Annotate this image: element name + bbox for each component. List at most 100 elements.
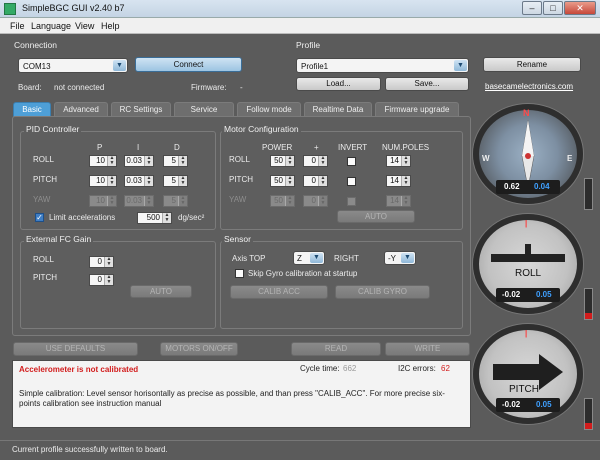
motor-roll-poles[interactable]: 14 ▲ ▼	[386, 155, 411, 167]
value: 50	[274, 196, 283, 205]
pid-roll-p[interactable]: 10 ▲ ▼	[89, 155, 117, 167]
board-value: not connected	[54, 83, 105, 92]
port-select[interactable]: COM13 ▼	[18, 58, 128, 73]
pid-row-label: YAW	[33, 195, 51, 204]
extfc-row-label: ROLL	[33, 255, 54, 264]
motor-pitch-invert-checkbox[interactable]	[347, 177, 356, 186]
roll-level-bar	[584, 288, 593, 320]
compass-readout: 0.62 0.04	[496, 180, 560, 194]
use-defaults-button[interactable]: USE DEFAULTS	[13, 342, 138, 356]
tab-firmware-upgrade[interactable]: Firmware upgrade	[375, 102, 459, 117]
tab-rc-settings[interactable]: RC Settings	[111, 102, 171, 117]
firmware-value: -	[240, 83, 243, 92]
value: 0	[311, 176, 316, 185]
menu-file[interactable]: File	[10, 21, 25, 31]
motor-yaw-invert-checkbox	[347, 197, 356, 206]
menu-help[interactable]: Help	[101, 21, 120, 31]
limit-accel-unit: dg/sec²	[178, 213, 205, 222]
cycle-time-value: 662	[343, 364, 357, 373]
spin-arrows-icon: ▲ ▼	[285, 156, 294, 166]
motor-roll-plus[interactable]: 0 ▲ ▼	[303, 155, 328, 167]
pid-pitch-d[interactable]: 5 ▲ ▼	[163, 175, 188, 187]
firmware-label: Firmware:	[191, 83, 227, 92]
value: 10	[96, 156, 105, 165]
value: 0.03	[126, 156, 142, 165]
spin-arrows-icon: ▲ ▼	[178, 156, 187, 166]
tab-service[interactable]: Service	[174, 102, 234, 117]
roll-top-marker-icon: |	[525, 219, 528, 228]
cycle-time-label: Cycle time:	[300, 364, 340, 373]
motor-roll-invert-checkbox[interactable]	[347, 157, 356, 166]
maximize-button[interactable]: □	[543, 1, 563, 15]
value: 50	[274, 176, 283, 185]
tab-follow-mode[interactable]: Follow mode	[237, 102, 301, 117]
tab-realtime-data[interactable]: Realtime Data	[304, 102, 372, 117]
axis-top-label: Axis TOP	[232, 254, 266, 263]
read-button[interactable]: READ	[291, 342, 381, 356]
motor-pitch-power[interactable]: 50 ▲ ▼	[270, 175, 295, 187]
value: 0	[97, 275, 102, 284]
value: 5	[171, 176, 176, 185]
spin-arrows-icon: ▲ ▼	[318, 196, 327, 206]
value: 10	[96, 176, 105, 185]
pid-header-i: I	[137, 143, 140, 152]
save-button[interactable]: Save...	[385, 77, 469, 91]
spin-arrows-icon: ▲ ▼	[178, 176, 187, 186]
close-button[interactable]: ✕	[564, 1, 596, 15]
pitch-value-b: 0.05	[536, 400, 552, 409]
motor-auto-button[interactable]: AUTO	[337, 210, 415, 223]
limit-accel-value[interactable]: 500 ▲ ▼	[137, 212, 172, 224]
pid-pitch-i[interactable]: 0.03 ▲ ▼	[124, 175, 154, 187]
write-button[interactable]: WRITE	[385, 342, 470, 356]
pid-yaw-i: 0.03 ▲ ▼	[124, 195, 154, 207]
menu-language[interactable]: Language	[31, 21, 71, 31]
motor-pitch-poles[interactable]: 14 ▲ ▼	[386, 175, 411, 187]
motor-title: Motor Configuration	[222, 124, 301, 134]
connect-button[interactable]: Connect	[135, 57, 242, 72]
value: 500	[146, 213, 160, 222]
motor-roll-power[interactable]: 50 ▲ ▼	[270, 155, 295, 167]
skip-gyro-checkbox[interactable]	[235, 269, 244, 278]
right-select[interactable]: -Y ▼	[384, 251, 416, 265]
roll-indicator-mast	[525, 244, 531, 256]
motor-pitch-plus[interactable]: 0 ▲ ▼	[303, 175, 328, 187]
tab-advanced[interactable]: Advanced	[54, 102, 108, 117]
website-link[interactable]: basecamelectronics.com	[485, 82, 573, 91]
motor-row-label: PITCH	[229, 175, 253, 184]
spin-arrows-icon: ▲ ▼	[107, 196, 116, 206]
motor-header-poles: NUM.POLES	[382, 143, 430, 152]
calib-gyro-button[interactable]: CALIB GYRO	[335, 285, 430, 299]
right-label: RIGHT	[334, 254, 359, 263]
right-value: -Y	[388, 254, 396, 263]
pid-roll-i[interactable]: 0.03 ▲ ▼	[124, 155, 154, 167]
pid-pitch-p[interactable]: 10 ▲ ▼	[89, 175, 117, 187]
pitch-value-a: -0.02	[502, 400, 521, 409]
calib-acc-button[interactable]: CALIB ACC	[230, 285, 328, 299]
menu-view[interactable]: View	[75, 21, 94, 31]
extfc-auto-button[interactable]: AUTO	[130, 285, 192, 298]
motors-onoff-button[interactable]: MOTORS ON/OFF	[160, 342, 238, 356]
value: 14	[390, 196, 399, 205]
title-bar: SimpleBGC GUI v2.40 b7 – □ ✕	[0, 0, 600, 18]
extfc-pitch-gain[interactable]: 0 ▲ ▼	[89, 274, 114, 286]
pid-header-p: P	[97, 143, 103, 152]
profile-value: Profile1	[301, 62, 329, 71]
minimize-button[interactable]: –	[522, 1, 542, 15]
i2c-errors-label: I2C errors:	[398, 364, 436, 373]
pid-roll-d[interactable]: 5 ▲ ▼	[163, 155, 188, 167]
rename-button[interactable]: Rename	[483, 57, 581, 72]
axis-top-select[interactable]: Z ▼	[293, 251, 325, 265]
window-title: SimpleBGC GUI v2.40 b7	[22, 3, 125, 13]
limit-accel-checkbox[interactable]: ✓	[35, 213, 44, 222]
limit-accel-label: Limit accelerations	[49, 213, 116, 222]
spin-arrows-icon: ▲ ▼	[104, 275, 113, 285]
value: 0	[311, 196, 316, 205]
tab-basic[interactable]: Basic	[13, 102, 51, 117]
profile-title: Profile	[296, 40, 321, 50]
motor-yaw-plus: 0 ▲ ▼	[303, 195, 328, 207]
pid-row-label: ROLL	[33, 155, 54, 164]
spin-arrows-icon: ▲ ▼	[285, 196, 294, 206]
extfc-roll-gain[interactable]: 0 ▲ ▼	[89, 256, 114, 268]
load-button[interactable]: Load...	[296, 77, 381, 91]
profile-select[interactable]: Profile1 ▼	[296, 58, 469, 73]
